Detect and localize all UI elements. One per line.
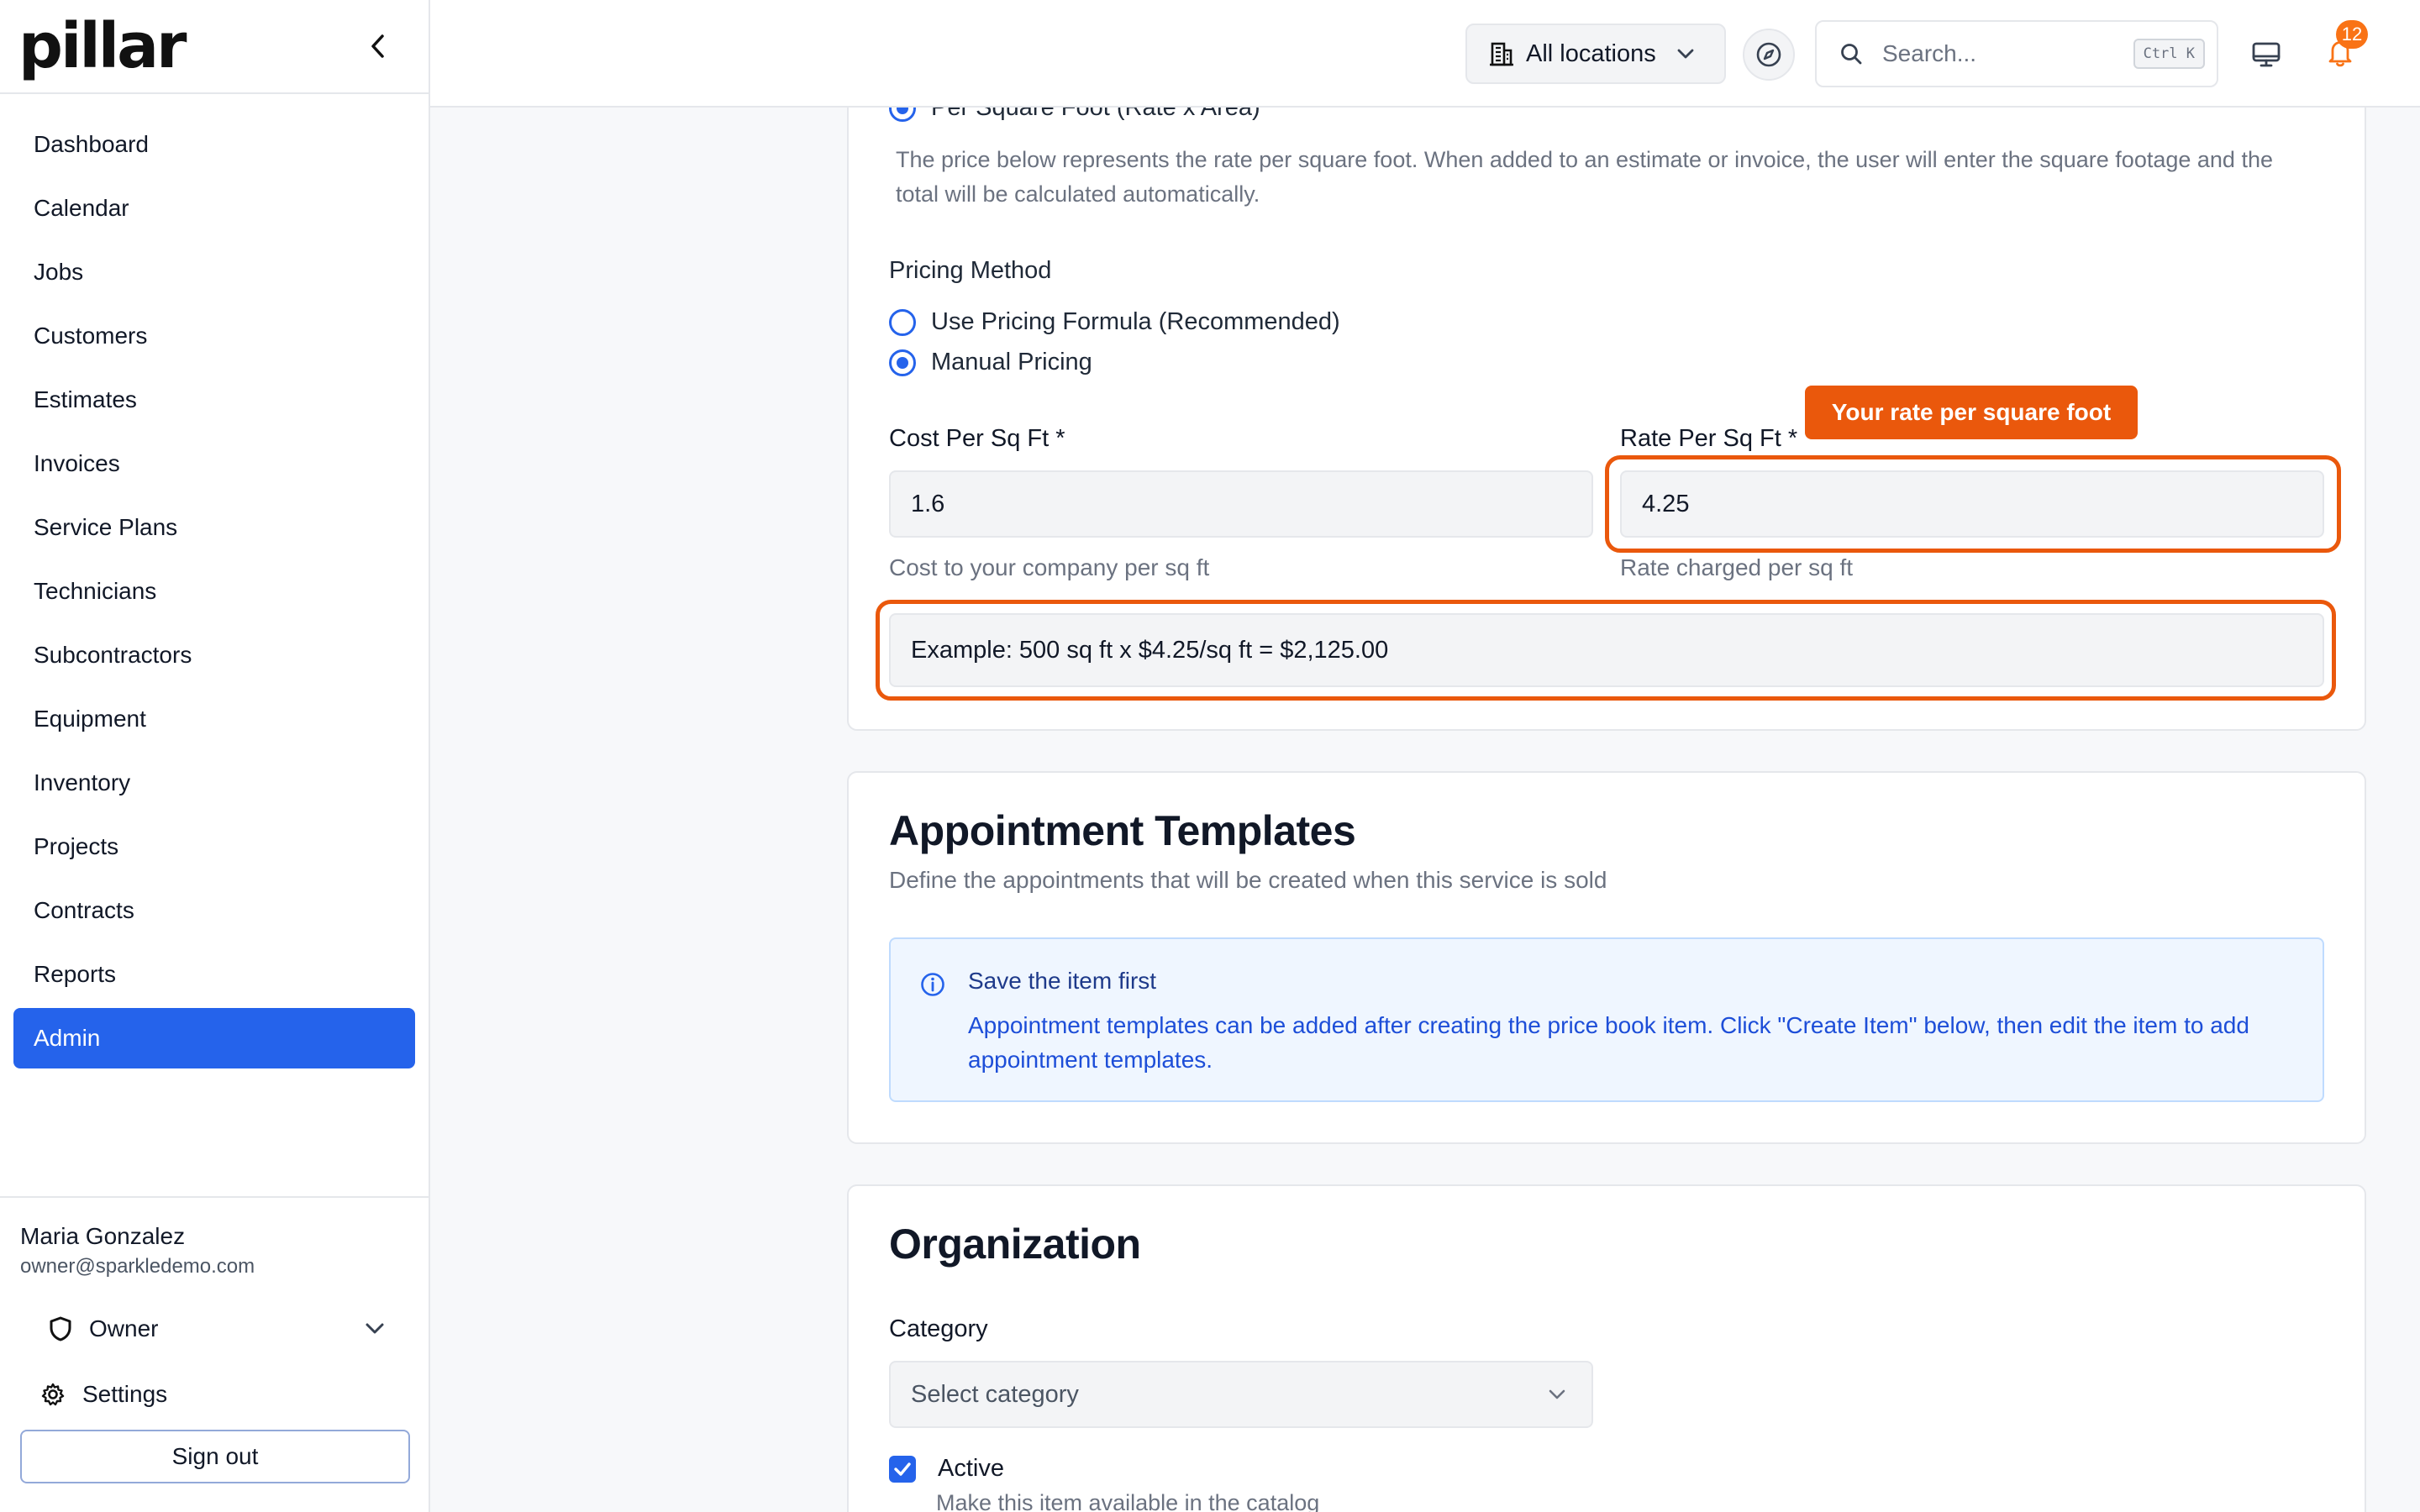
sidebar-item-subcontractors[interactable]: Subcontractors bbox=[0, 623, 429, 687]
collapse-sidebar-button[interactable] bbox=[361, 29, 395, 63]
sidebar-item-service-plans[interactable]: Service Plans bbox=[0, 496, 429, 559]
active-toggle-row: Active bbox=[889, 1455, 1004, 1483]
sidebar-item-technicians[interactable]: Technicians bbox=[0, 559, 429, 623]
rate-highlight-outline bbox=[1605, 455, 2341, 553]
radio-pricing-formula[interactable]: Use Pricing Formula (Recommended) bbox=[889, 308, 1340, 336]
category-select[interactable]: Select category bbox=[889, 1361, 1593, 1428]
category-placeholder: Select category bbox=[911, 1380, 1079, 1408]
organization-title: Organization bbox=[889, 1221, 1141, 1268]
role-selector[interactable]: Owner bbox=[20, 1315, 408, 1342]
radio-pricing-formula-label: Use Pricing Formula (Recommended) bbox=[931, 308, 1340, 335]
save-first-notice: Save the item first Appointment template… bbox=[889, 937, 2324, 1102]
search-placeholder: Search... bbox=[1882, 40, 1977, 66]
appointment-templates-title: Appointment Templates bbox=[889, 807, 1356, 854]
rate-per-sqft-label: Rate Per Sq Ft * bbox=[1620, 425, 1798, 452]
category-label: Category bbox=[889, 1315, 988, 1342]
chevron-left-icon bbox=[371, 34, 384, 58]
chevron-down-icon bbox=[1549, 1389, 1565, 1399]
sidebar-item-reports[interactable]: Reports bbox=[0, 942, 429, 1006]
sidebar: pillar Dashboard Calendar Jobs Customers… bbox=[0, 0, 430, 1512]
compass-icon bbox=[1756, 42, 1781, 67]
active-label: Active bbox=[938, 1455, 1004, 1482]
sidebar-item-invoices[interactable]: Invoices bbox=[0, 432, 429, 496]
notice-text: Appointment templates can be added after… bbox=[968, 1012, 2249, 1073]
search-icon bbox=[1841, 44, 1862, 65]
active-help: Make this item available in the catalog bbox=[936, 1490, 1320, 1512]
sidebar-header: pillar bbox=[0, 0, 429, 94]
location-select[interactable]: All locations bbox=[1465, 24, 1726, 84]
chevron-down-icon bbox=[1677, 49, 1694, 59]
check-icon bbox=[894, 1462, 911, 1476]
sidebar-item-equipment[interactable]: Equipment bbox=[0, 687, 429, 751]
user-email: owner@sparkledemo.com bbox=[20, 1255, 255, 1278]
sidebar-item-inventory[interactable]: Inventory bbox=[0, 751, 429, 815]
building-icon bbox=[1490, 42, 1513, 66]
pricing-method-label: Pricing Method bbox=[889, 257, 1052, 284]
sidebar-item-calendar[interactable]: Calendar bbox=[0, 176, 429, 240]
monitor-icon bbox=[2252, 42, 2281, 67]
sidebar-item-customers[interactable]: Customers bbox=[0, 304, 429, 368]
cost-per-sqft-label: Cost Per Sq Ft * bbox=[889, 425, 1065, 452]
appointment-templates-subtitle: Define the appointments that will be cre… bbox=[889, 867, 1607, 893]
pillar-logo[interactable]: pillar bbox=[18, 15, 187, 77]
user-name: Maria Gonzalez bbox=[20, 1223, 186, 1249]
user-panel: Maria Gonzalez owner@sparkledemo.com Own… bbox=[0, 1196, 429, 1512]
sidebar-nav: Dashboard Calendar Jobs Customers Estima… bbox=[0, 94, 429, 1068]
sidebar-item-jobs[interactable]: Jobs bbox=[0, 240, 429, 304]
location-label: All locations bbox=[1526, 39, 1656, 67]
rate-tooltip: Your rate per square foot bbox=[1805, 386, 2138, 439]
rate-per-sqft-help: Rate charged per sq ft bbox=[1620, 554, 1854, 580]
example-highlight-outline bbox=[876, 600, 2336, 701]
sidebar-item-estimates[interactable]: Estimates bbox=[0, 368, 429, 432]
settings-link[interactable]: Settings bbox=[20, 1381, 408, 1408]
cost-per-sqft-input[interactable]: 1.6 bbox=[889, 470, 1593, 538]
radio-manual-pricing[interactable]: Manual Pricing bbox=[889, 349, 1092, 376]
sidebar-item-projects[interactable]: Projects bbox=[0, 815, 429, 879]
sidebar-item-contracts[interactable]: Contracts bbox=[0, 879, 429, 942]
notice-title: Save the item first bbox=[968, 968, 1157, 994]
notification-count-badge: 12 bbox=[2336, 20, 2368, 49]
search-shortcut: Ctrl K bbox=[2133, 39, 2205, 69]
cost-per-sqft-help: Cost to your company per sq ft bbox=[889, 554, 1210, 580]
search-bar[interactable]: Search... Ctrl K bbox=[1815, 20, 2218, 87]
role-label: Owner bbox=[89, 1315, 159, 1341]
info-icon bbox=[921, 973, 944, 996]
radio-manual-pricing-control[interactable] bbox=[889, 349, 916, 376]
display-mode-button[interactable] bbox=[2245, 34, 2287, 76]
radio-manual-pricing-label: Manual Pricing bbox=[931, 349, 1092, 375]
radio-pricing-formula-control[interactable] bbox=[889, 308, 916, 336]
sidebar-item-dashboard[interactable]: Dashboard bbox=[0, 113, 429, 176]
chevron-down-icon bbox=[366, 1323, 384, 1334]
shield-icon bbox=[50, 1316, 71, 1341]
explore-button[interactable] bbox=[1743, 29, 1795, 81]
sign-out-button[interactable]: Sign out bbox=[20, 1430, 410, 1483]
gear-icon bbox=[41, 1383, 65, 1406]
top-bar: All locations Search... Ctrl K 12 bbox=[430, 0, 2420, 108]
sidebar-item-admin[interactable]: Admin bbox=[13, 1008, 415, 1068]
pricing-description: The price below represents the rate per … bbox=[896, 147, 2273, 207]
active-checkbox[interactable] bbox=[889, 1455, 916, 1483]
settings-label: Settings bbox=[82, 1381, 168, 1407]
